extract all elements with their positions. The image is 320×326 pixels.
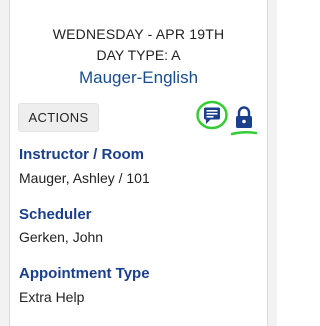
course-link[interactable]: Mauger-English <box>10 68 267 88</box>
date-heading: WEDNESDAY - APR 19TH <box>52 26 225 42</box>
appointment-type-value: Extra Help <box>19 289 85 305</box>
appointment-card: WEDNESDAY - APR 19TH DAY TYPE: A Mauger-… <box>0 0 277 326</box>
chat-message-icon[interactable] <box>195 98 229 132</box>
appointment-type-label: Appointment Type <box>19 265 150 282</box>
actions-button[interactable]: ACTIONS <box>18 103 99 132</box>
left-border <box>0 0 10 326</box>
lock-icon[interactable] <box>230 103 258 137</box>
instructor-room-value: Mauger, Ashley / 101 <box>19 170 150 186</box>
chat-message-icon-graphic <box>196 100 228 130</box>
lock-icon-graphic <box>230 106 258 136</box>
scheduler-value: Gerken, John <box>19 229 104 245</box>
instructor-room-label: Instructor / Room <box>19 146 145 163</box>
scheduler-label: Scheduler <box>19 206 92 223</box>
right-border <box>267 0 277 326</box>
day-type-label: DAY TYPE: A <box>96 47 181 63</box>
